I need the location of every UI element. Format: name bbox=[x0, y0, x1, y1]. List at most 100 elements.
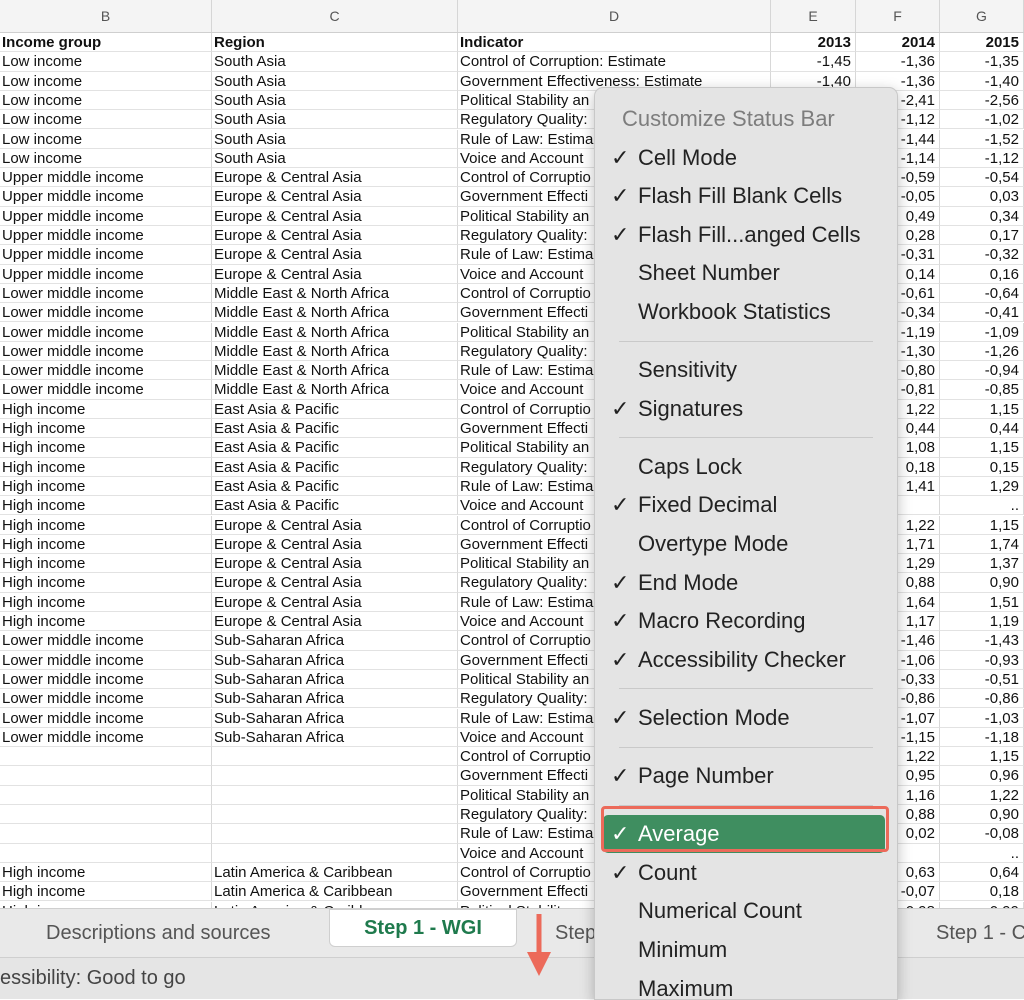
menu-item-macro-recording[interactable]: ✓Macro Recording bbox=[595, 602, 897, 640]
menu-item-signatures[interactable]: ✓Signatures bbox=[595, 390, 897, 428]
menu-item-overtype-mode[interactable]: Overtype Mode bbox=[595, 525, 897, 563]
income-group-cell[interactable]: Lower middle income bbox=[0, 651, 212, 670]
income-group-cell[interactable]: Lower middle income bbox=[0, 728, 212, 747]
income-group-cell[interactable]: Upper middle income bbox=[0, 187, 212, 206]
region-cell[interactable]: Europe & Central Asia bbox=[212, 516, 458, 535]
sheet-tab-step[interactable]: Step bbox=[555, 915, 596, 951]
income-group-cell[interactable] bbox=[0, 824, 212, 843]
region-cell[interactable]: Latin America & Caribbean bbox=[212, 863, 458, 882]
year-2015-cell[interactable]: -1,03 bbox=[940, 709, 1024, 728]
region-cell[interactable]: Europe & Central Asia bbox=[212, 207, 458, 226]
region-cell[interactable]: Europe & Central Asia bbox=[212, 245, 458, 264]
income-group-cell[interactable]: Lower middle income bbox=[0, 380, 212, 399]
region-cell[interactable] bbox=[212, 824, 458, 843]
year-2015-cell[interactable]: 1,37 bbox=[940, 554, 1024, 573]
year-2015-cell[interactable]: 0,96 bbox=[940, 766, 1024, 785]
income-group-cell[interactable]: High income bbox=[0, 863, 212, 882]
year-2015-cell[interactable]: -1,52 bbox=[940, 130, 1024, 149]
region-cell[interactable]: Europe & Central Asia bbox=[212, 612, 458, 631]
region-cell[interactable]: East Asia & Pacific bbox=[212, 496, 458, 515]
income-group-cell[interactable]: High income bbox=[0, 535, 212, 554]
region-cell[interactable]: South Asia bbox=[212, 149, 458, 168]
region-cell[interactable]: East Asia & Pacific bbox=[212, 458, 458, 477]
income-group-cell[interactable]: High income bbox=[0, 458, 212, 477]
menu-item-fixed-decimal[interactable]: ✓Fixed Decimal bbox=[595, 486, 897, 524]
income-group-cell[interactable]: Lower middle income bbox=[0, 361, 212, 380]
region-cell[interactable]: Middle East & North Africa bbox=[212, 323, 458, 342]
income-group-cell[interactable]: High income bbox=[0, 477, 212, 496]
income-group-cell[interactable]: Upper middle income bbox=[0, 245, 212, 264]
menu-item-sheet-number[interactable]: Sheet Number bbox=[595, 254, 897, 292]
year-2015-cell[interactable]: 0,15 bbox=[940, 458, 1024, 477]
income-group-cell[interactable]: High income bbox=[0, 496, 212, 515]
income-group-cell[interactable]: Upper middle income bbox=[0, 207, 212, 226]
income-group-cell[interactable]: Lower middle income bbox=[0, 709, 212, 728]
menu-item-maximum[interactable]: Maximum bbox=[595, 970, 897, 1000]
income-group-cell[interactable]: High income bbox=[0, 593, 212, 612]
region-cell[interactable]: Middle East & North Africa bbox=[212, 342, 458, 361]
year-2015-cell[interactable]: 1,15 bbox=[940, 747, 1024, 766]
region-cell[interactable]: Europe & Central Asia bbox=[212, 226, 458, 245]
menu-item-numerical-count[interactable]: Numerical Count bbox=[595, 892, 897, 930]
year-2015-cell[interactable]: -0,41 bbox=[940, 303, 1024, 322]
income-group-cell[interactable] bbox=[0, 747, 212, 766]
year-2015-cell[interactable]: 0,44 bbox=[940, 419, 1024, 438]
year-2015-cell[interactable]: -0,86 bbox=[940, 689, 1024, 708]
column-header-f[interactable]: F bbox=[856, 0, 940, 32]
year-2015-cell[interactable]: -1,12 bbox=[940, 149, 1024, 168]
year-2015-cell[interactable]: -2,56 bbox=[940, 91, 1024, 110]
region-cell[interactable]: Sub-Saharan Africa bbox=[212, 709, 458, 728]
income-group-cell[interactable]: High income bbox=[0, 573, 212, 592]
income-group-cell[interactable]: High income bbox=[0, 419, 212, 438]
region-cell[interactable]: Europe & Central Asia bbox=[212, 554, 458, 573]
year-2015-cell[interactable]: 1,29 bbox=[940, 477, 1024, 496]
header-region-cell[interactable]: Region bbox=[212, 33, 458, 52]
year-2015-cell[interactable]: -0,64 bbox=[940, 284, 1024, 303]
income-group-cell[interactable]: Lower middle income bbox=[0, 342, 212, 361]
income-group-cell[interactable] bbox=[0, 805, 212, 824]
region-cell[interactable]: Europe & Central Asia bbox=[212, 593, 458, 612]
income-group-cell[interactable]: Upper middle income bbox=[0, 226, 212, 245]
region-cell[interactable]: South Asia bbox=[212, 130, 458, 149]
year-2015-cell[interactable]: -0,32 bbox=[940, 245, 1024, 264]
region-cell[interactable]: Europe & Central Asia bbox=[212, 187, 458, 206]
column-header-d[interactable]: D bbox=[458, 0, 771, 32]
income-group-cell[interactable]: Upper middle income bbox=[0, 265, 212, 284]
header-year-2014-cell[interactable]: 2014 bbox=[856, 33, 940, 52]
year-2015-cell[interactable]: .. bbox=[940, 496, 1024, 515]
year-2015-cell[interactable]: -1,18 bbox=[940, 728, 1024, 747]
year-2015-cell[interactable]: -1,43 bbox=[940, 631, 1024, 650]
menu-item-sensitivity[interactable]: Sensitivity bbox=[595, 351, 897, 389]
region-cell[interactable]: South Asia bbox=[212, 110, 458, 129]
income-group-cell[interactable]: Lower middle income bbox=[0, 689, 212, 708]
income-group-cell[interactable]: Lower middle income bbox=[0, 631, 212, 650]
menu-item-cell-mode[interactable]: ✓Cell Mode bbox=[595, 139, 897, 177]
region-cell[interactable]: East Asia & Pacific bbox=[212, 419, 458, 438]
region-cell[interactable] bbox=[212, 766, 458, 785]
year-2015-cell[interactable]: 1,15 bbox=[940, 516, 1024, 535]
year-2015-cell[interactable]: -1,35 bbox=[940, 52, 1024, 71]
sheet-tab-step1-wgi[interactable]: Step 1 - WGI bbox=[329, 909, 517, 947]
year-2015-cell[interactable]: 0,90 bbox=[940, 573, 1024, 592]
region-cell[interactable]: East Asia & Pacific bbox=[212, 438, 458, 457]
income-group-cell[interactable]: Low income bbox=[0, 52, 212, 71]
income-group-cell[interactable] bbox=[0, 766, 212, 785]
region-cell[interactable]: South Asia bbox=[212, 52, 458, 71]
year-2015-cell[interactable]: -0,94 bbox=[940, 361, 1024, 380]
income-group-cell[interactable]: Lower middle income bbox=[0, 323, 212, 342]
income-group-cell[interactable] bbox=[0, 786, 212, 805]
income-group-cell[interactable]: Lower middle income bbox=[0, 284, 212, 303]
region-cell[interactable] bbox=[212, 786, 458, 805]
income-group-cell[interactable]: Lower middle income bbox=[0, 670, 212, 689]
header-year-2013-cell[interactable]: 2013 bbox=[771, 33, 856, 52]
income-group-cell[interactable]: Low income bbox=[0, 110, 212, 129]
region-cell[interactable] bbox=[212, 844, 458, 863]
year-2015-cell[interactable]: -0,51 bbox=[940, 670, 1024, 689]
year-2015-cell[interactable]: 1,51 bbox=[940, 593, 1024, 612]
year-2015-cell[interactable]: -1,40 bbox=[940, 72, 1024, 91]
year-2015-cell[interactable]: 1,15 bbox=[940, 438, 1024, 457]
year-2015-cell[interactable]: 0,64 bbox=[940, 863, 1024, 882]
region-cell[interactable]: South Asia bbox=[212, 91, 458, 110]
column-header-g[interactable]: G bbox=[940, 0, 1024, 32]
year-2015-cell[interactable]: 0,17 bbox=[940, 226, 1024, 245]
